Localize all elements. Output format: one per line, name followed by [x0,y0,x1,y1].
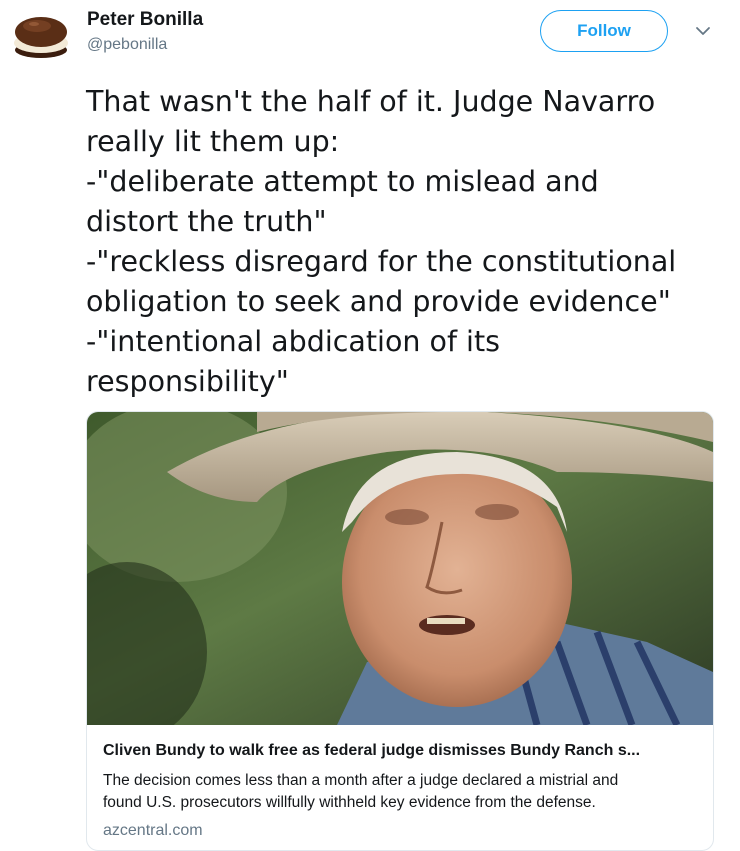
tweet-text-line: -"intentional abdication of its [86,325,501,358]
tweet: Peter Bonilla @pebonilla Follow That was… [0,0,740,851]
tweet-text-line: -"deliberate attempt to mislead and [86,165,599,198]
tweet-text-line: really lit them up: [86,125,340,158]
chevron-down-icon[interactable] [694,22,712,40]
tweet-text-line: obligation to seek and provide evidence" [86,285,671,318]
card-description-line: found U.S. prosecutors willfully withhel… [103,794,596,811]
card-description-line: The decision comes less than a month aft… [103,772,619,789]
tweet-text: That wasn't the half of it. Judge Navarr… [86,82,726,402]
card-title[interactable]: Cliven Bundy to walk free as federal jud… [103,742,703,760]
avatar[interactable] [12,10,70,60]
follow-button[interactable]: Follow [540,10,668,52]
card-image[interactable] [87,412,713,725]
link-card[interactable]: Cliven Bundy to walk free as federal jud… [86,411,714,851]
card-domain[interactable]: azcentral.com [103,822,203,840]
author-handle[interactable]: @pebonilla [87,36,167,54]
tweet-text-line: responsibility" [86,365,289,398]
tweet-text-line: distort the truth" [86,205,327,238]
tweet-text-line: -"reckless disregard for the constitutio… [86,245,677,278]
tweet-text-line: That wasn't the half of it. Judge Navarr… [86,85,656,118]
card-description: The decision comes less than a month aft… [103,770,703,814]
author-name[interactable]: Peter Bonilla [87,9,203,31]
